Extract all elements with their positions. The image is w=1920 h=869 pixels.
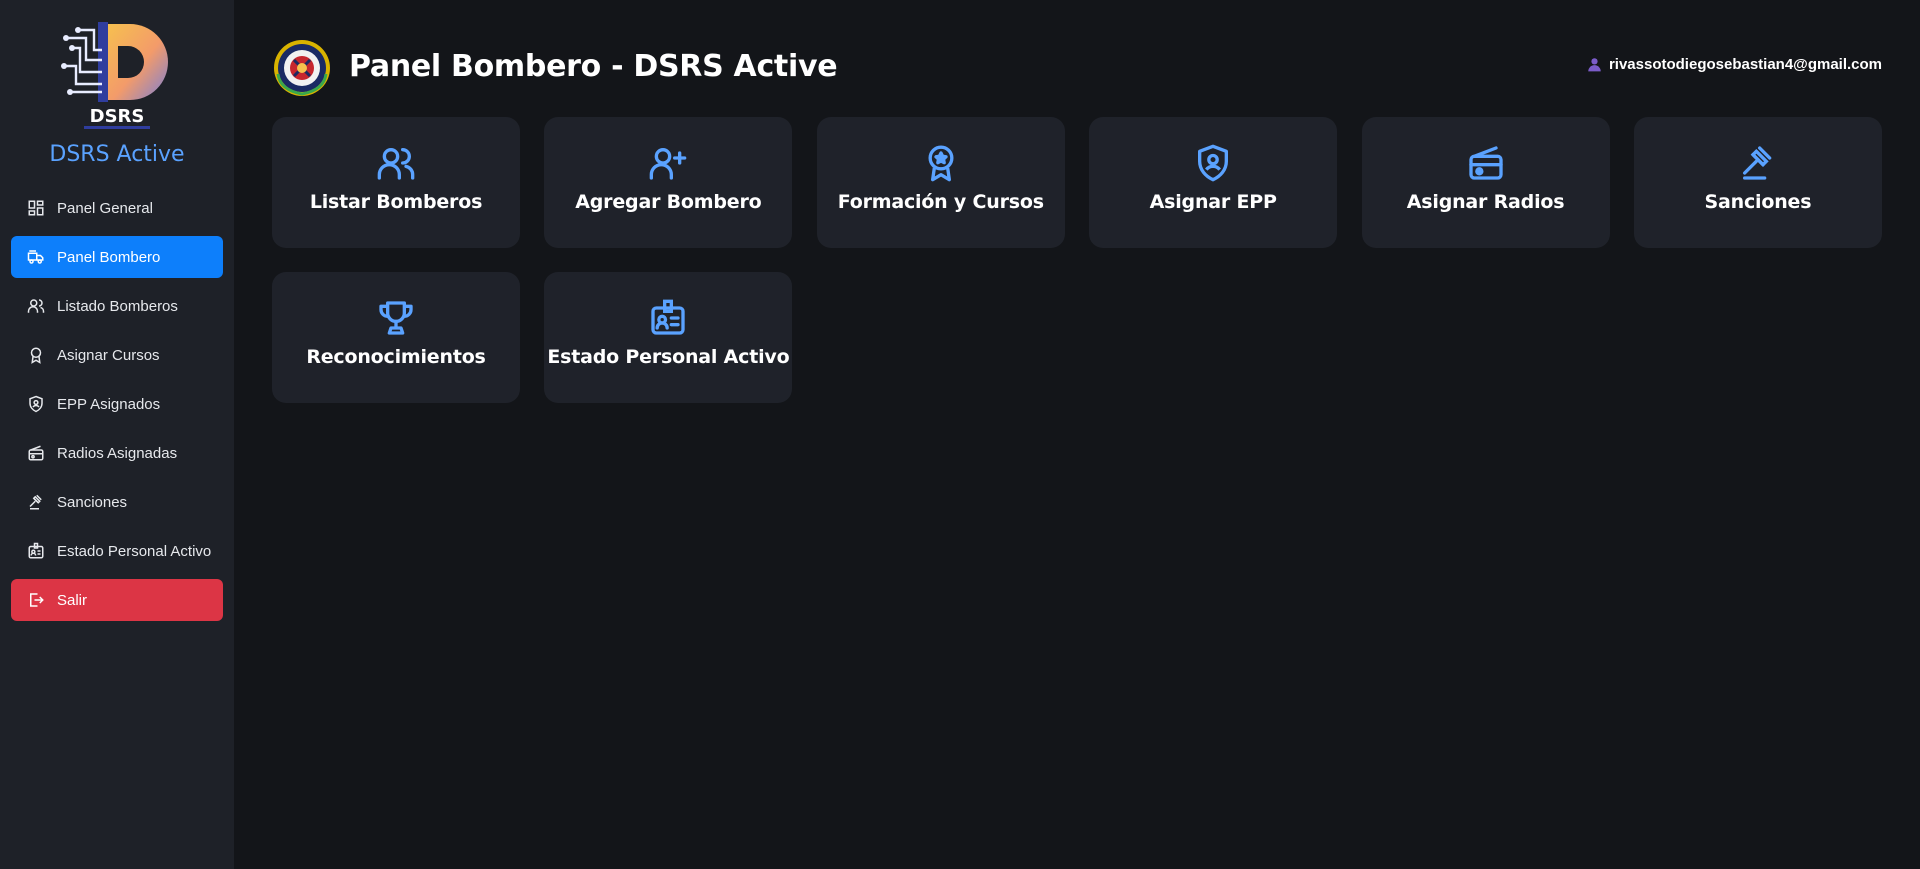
sidebar-item-epp-asignados[interactable]: EPP Asignados [11,383,223,425]
gavel-icon [1738,143,1778,183]
award-icon [27,346,45,364]
dsrs-logo: DSRS [61,22,168,129]
shield-icon [27,395,45,413]
sidebar: DSRS DSRS Active Panel General Panel Bom… [0,0,234,869]
card-label: Agregar Bombero [575,191,762,213]
card-label: Reconocimientos [306,346,486,368]
card-formacion-cursos[interactable]: Formación y Cursos [816,117,1065,248]
fire-truck-icon [27,248,45,266]
dashboard-icon [27,199,45,217]
sidebar-item-asignar-cursos[interactable]: Asignar Cursos [11,334,223,376]
user-info: rivassotodiegosebastian4@gmail.com [1587,56,1882,73]
sidebar-item-label: Radios Asignadas [57,444,178,462]
card-asignar-epp[interactable]: Asignar EPP [1089,117,1338,248]
radio-icon [1466,143,1506,183]
logout-icon [27,591,45,609]
sidebar-item-label: Panel Bombero [57,248,161,266]
sidebar-item-listado-bomberos[interactable]: Listado Bomberos [11,285,223,327]
sidebar-item-sanciones[interactable]: Sanciones [11,481,223,523]
card-label: Sanciones [1704,191,1812,213]
trophy-icon [376,298,416,338]
sidebar-item-panel-general[interactable]: Panel General [11,187,223,229]
card-label: Estado Personal Activo [547,346,790,368]
action-grid: Listar Bomberos Agregar Bombero Formació… [272,117,1882,403]
sidebar-item-estado-personal-activo[interactable]: Estado Personal Activo [11,530,223,572]
logo-text: DSRS [90,106,145,127]
id-badge-icon [27,542,45,560]
brand: DSRS DSRS Active [0,0,234,167]
card-label: Asignar EPP [1149,191,1277,213]
sidebar-item-label: EPP Asignados [57,395,161,413]
sidebar-item-label: Sanciones [57,493,128,511]
gavel-icon [27,493,45,511]
shield-icon [1193,143,1233,183]
sidebar-item-radios-asignadas[interactable]: Radios Asignadas [11,432,223,474]
card-reconocimientos[interactable]: Reconocimientos [272,272,520,403]
sidebar-item-label: Panel General [57,199,153,217]
card-label: Formación y Cursos [837,191,1044,213]
card-agregar-bombero[interactable]: Agregar Bombero [544,117,793,248]
card-estado-personal-activo[interactable]: Estado Personal Activo [544,272,793,403]
sidebar-nav: Panel General Panel Bombero Listado Bomb… [0,187,234,621]
id-badge-icon [648,298,688,338]
card-label: Asignar Radios [1406,191,1565,213]
card-label: Listar Bomberos [309,191,483,213]
card-listar-bomberos[interactable]: Listar Bomberos [272,117,520,248]
person-add-icon [648,143,688,183]
sidebar-item-label: Estado Personal Activo [57,542,212,560]
people-icon [376,143,416,183]
people-icon [27,297,45,315]
award-icon [921,143,961,183]
sidebar-item-label: Listado Bomberos [57,297,178,315]
card-asignar-radios[interactable]: Asignar Radios [1361,117,1610,248]
page-title: Panel Bombero - DSRS Active [349,49,838,84]
sidebar-item-label: Salir [57,591,88,609]
sidebar-item-label: Asignar Cursos [57,346,160,364]
user-icon [1588,58,1601,72]
radio-icon [27,444,45,462]
sidebar-item-panel-bombero[interactable]: Panel Bombero [11,236,223,278]
page-header: Panel Bombero - DSRS Active rivassotodie… [272,38,1882,98]
fire-department-badge-icon [274,40,330,96]
user-email: rivassotodiegosebastian4@gmail.com [1608,56,1882,73]
sidebar-item-salir[interactable]: Salir [11,579,223,621]
brand-title: DSRS Active [49,142,185,167]
card-sanciones[interactable]: Sanciones [1633,117,1882,248]
